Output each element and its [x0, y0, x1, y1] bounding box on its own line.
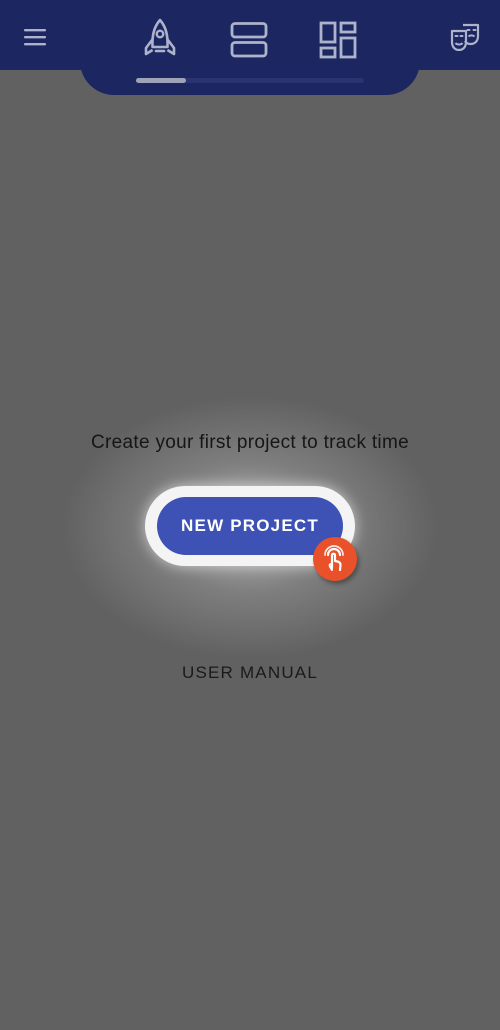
empty-state-message: Create your first project to track time — [91, 432, 409, 453]
tab-dashboard[interactable] — [310, 12, 366, 68]
rocket-icon — [144, 18, 176, 56]
tap-gesture-icon — [324, 545, 344, 572]
theme-button[interactable] — [442, 14, 488, 60]
hamburger-menu-icon — [24, 29, 46, 46]
touch-hint-badge — [313, 537, 357, 581]
tab-launch[interactable] — [132, 12, 188, 68]
theater-masks-icon — [450, 23, 480, 51]
user-manual-link[interactable]: USER MANUAL — [150, 658, 350, 688]
menu-button[interactable] — [14, 18, 56, 56]
tab-list[interactable] — [221, 12, 277, 68]
tab-indicator — [136, 78, 186, 83]
new-project-button[interactable]: NEW PROJECT — [157, 497, 343, 555]
list-view-icon — [230, 22, 268, 58]
dashboard-icon — [319, 21, 357, 59]
